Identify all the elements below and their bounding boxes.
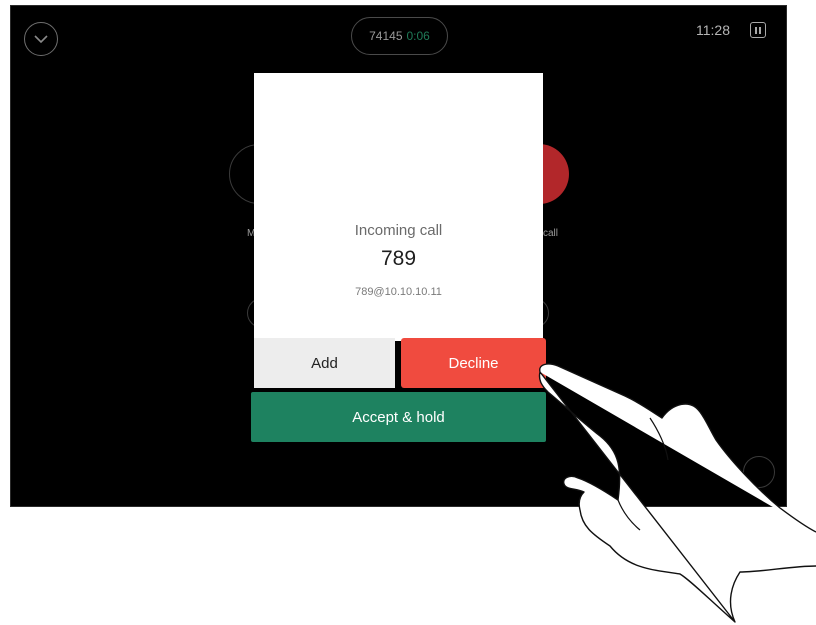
active-call-pill[interactable]: 74145 0:06: [351, 17, 448, 55]
caller-uri: 789@10.10.10.11: [355, 286, 442, 298]
active-call-number: 74145: [369, 29, 403, 43]
collapse-button[interactable]: [24, 22, 58, 56]
clock: 11:28: [696, 22, 730, 38]
end-call-label: call: [543, 228, 559, 239]
decline-button[interactable]: Decline: [401, 338, 546, 388]
chevron-down-icon: [34, 35, 48, 44]
active-call-timer: 0:06: [406, 29, 430, 43]
pointing-hand-icon: [538, 363, 816, 623]
pause-icon[interactable]: [750, 22, 766, 38]
add-button[interactable]: Add: [254, 338, 395, 388]
incoming-call-title: Incoming call: [354, 222, 443, 239]
caller-number: 789: [380, 247, 417, 270]
accept-and-hold-button[interactable]: Accept & hold: [251, 392, 546, 442]
incoming-call-dialog: Incoming call 789 789@10.10.10.11: [254, 73, 543, 341]
